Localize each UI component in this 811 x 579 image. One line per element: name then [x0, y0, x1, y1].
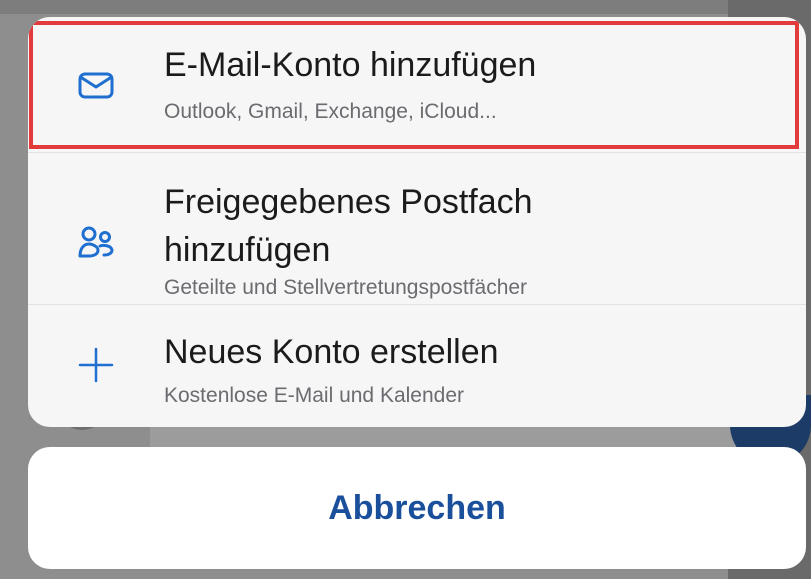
- option-subtitle: Geteilte und Stellvertretungspostfächer: [164, 276, 528, 299]
- option-title: E-Mail-Konto hinzufügen: [164, 46, 537, 84]
- option-subtitle: Kostenlose E-Mail und Kalender: [164, 384, 465, 407]
- cancel-label: Abbrechen: [328, 488, 506, 527]
- add-email-account-option[interactable]: E-Mail-Konto hinzufügen Outlook, Gmail, …: [28, 17, 806, 152]
- option-title: Freigegebenes Postfach hinzufügen: [164, 183, 533, 269]
- add-shared-mailbox-option[interactable]: Freigegebenes Postfach hinzufügen Geteil…: [28, 152, 806, 305]
- option-subtitle: Outlook, Gmail, Exchange, iCloud...: [164, 100, 497, 123]
- plus-icon: [76, 345, 116, 385]
- people-icon: [76, 223, 116, 263]
- option-title: Neues Konto erstellen: [164, 333, 499, 371]
- action-sheet: E-Mail-Konto hinzufügen Outlook, Gmail, …: [28, 17, 806, 427]
- cancel-button[interactable]: Abbrechen: [28, 447, 806, 569]
- envelope-icon: [76, 65, 116, 105]
- background-top-bar: [0, 0, 811, 14]
- create-new-account-option[interactable]: Neues Konto erstellen Kostenlose E-Mail …: [28, 304, 806, 427]
